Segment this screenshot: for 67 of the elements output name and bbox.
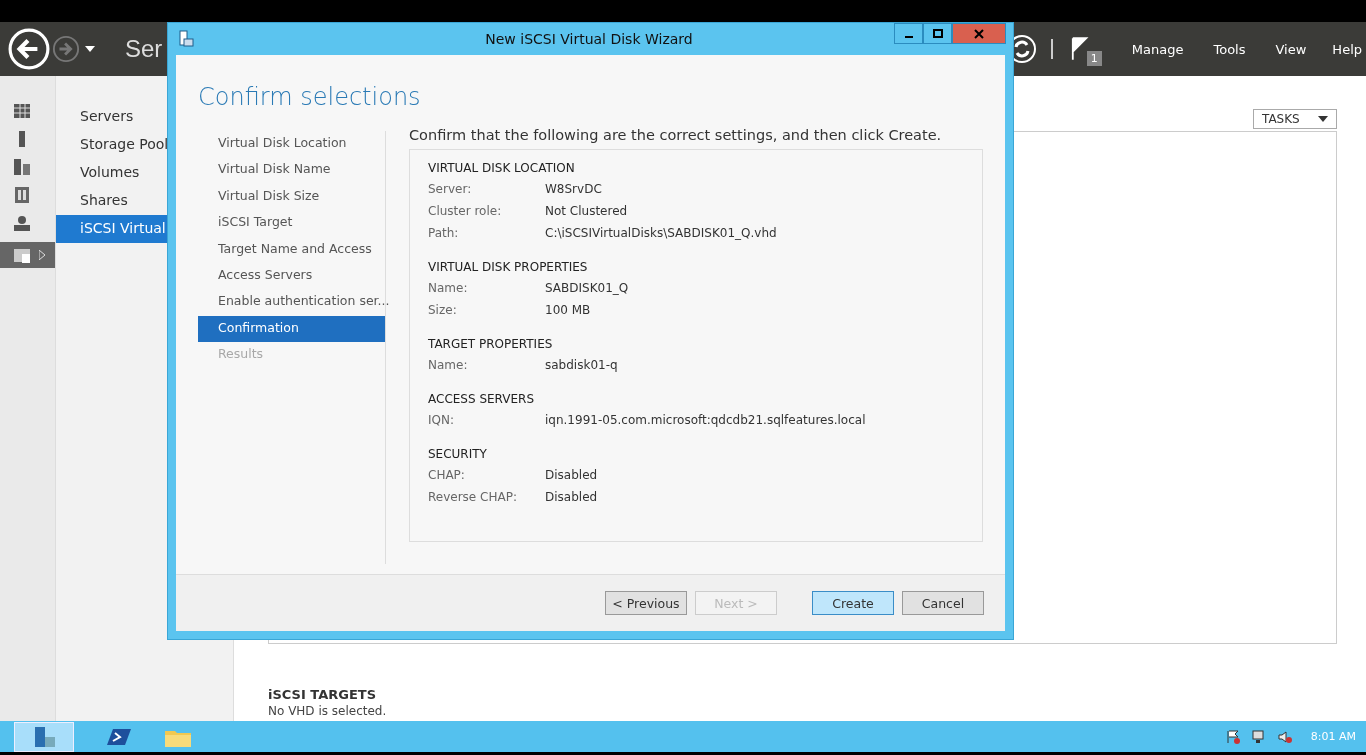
field-label: Path: [428,226,460,240]
menu-item[interactable]: Manage [1131,41,1184,57]
section-title: VIRTUAL DISK LOCATION [428,160,576,177]
wizard-step[interactable]: Access Servers [198,262,385,290]
app-title: Ser [125,35,163,63]
close-icon [973,27,985,40]
empty-message: No VHD is selected. [268,704,388,718]
speaker-muted-icon[interactable] [1276,728,1293,745]
dialog-title: New iSCSI Virtual Disk Wizard [484,31,694,47]
wizard-step[interactable]: Virtual Disk Size [198,183,385,211]
field-value: 100 MB [545,303,591,317]
menu-item[interactable]: View [1275,41,1307,57]
back-icon[interactable] [8,28,50,70]
field-label: IQN: [428,413,455,427]
wizard-button[interactable]: < Previous [605,591,687,615]
flag-icon[interactable] [1070,35,1089,63]
field-value: Disabled [545,468,598,482]
flag-tray-icon[interactable] [1224,728,1241,745]
section-heading: iSCSI TARGETS [268,687,378,702]
field-value: Disabled [545,490,598,504]
user-server-icon[interactable] [13,214,31,232]
field-value: Not Clustered [545,204,628,218]
clock: 8:01 AM [1310,730,1356,743]
field-value: SABDISK01_Q [545,281,629,295]
wizard-icon [178,30,194,48]
expand-arrow-icon [39,250,45,260]
tasks-dropdown[interactable]: TASKS [1253,109,1337,129]
field-value: sabdisk01-q [545,358,618,372]
wizard-button[interactable]: Create [812,591,894,615]
field-label: CHAP: [428,468,466,482]
field-label: Cluster role: [428,204,503,218]
field-label: Name: [428,358,469,372]
maximize-icon [931,27,944,40]
field-value: iqn.1991-05.com.microsoft:qdcdb21.sqlfeatures.local [545,413,866,427]
field-value: C:\iSCSIVirtualDisks\SABDISK01_Q.vhd [545,226,777,240]
section-title: TARGET PROPERTIES [428,336,554,353]
dropdown-caret-icon[interactable] [85,46,95,52]
server-manager-taskbar-button[interactable] [14,721,74,752]
notification-badge: 1 [1086,50,1102,66]
section-title: VIRTUAL DISK PROPERTIES [428,259,589,276]
close-button[interactable] [952,23,1006,44]
wizard-step[interactable]: Virtual Disk Location [198,131,385,158]
field-label: Reverse CHAP: [428,490,518,504]
servers-icon[interactable] [13,158,31,176]
field-label: Size: [428,303,458,317]
wizard-step[interactable]: Virtual Disk Name [198,157,385,184]
page-heading: Confirm selections [198,83,422,111]
minimize-button[interactable] [894,23,923,44]
section-title: ACCESS SERVERS [428,391,535,408]
field-label: Server: [428,182,473,196]
forward-icon[interactable] [52,35,80,63]
menu-item[interactable]: Tools [1213,41,1246,57]
maximize-button[interactable] [923,23,952,44]
wizard-button[interactable]: Cancel [902,591,984,615]
section-title: SECURITY [428,446,488,463]
menu-item[interactable]: Help [1332,41,1362,57]
network-icon[interactable] [1250,728,1267,745]
file-services-tab[interactable] [0,242,55,268]
instruction-text: Confirm that the following are the correct settings, and then click Create. [409,127,943,143]
field-value: W8SrvDC [545,182,602,196]
dashboard-icon[interactable] [13,102,31,120]
minimize-icon [904,35,913,38]
caret-icon [1318,116,1328,122]
folder-icon [13,246,31,264]
wizard-step[interactable]: Confirmation [198,315,385,343]
field-label: Name: [428,281,469,295]
storage-icon[interactable] [13,186,31,204]
